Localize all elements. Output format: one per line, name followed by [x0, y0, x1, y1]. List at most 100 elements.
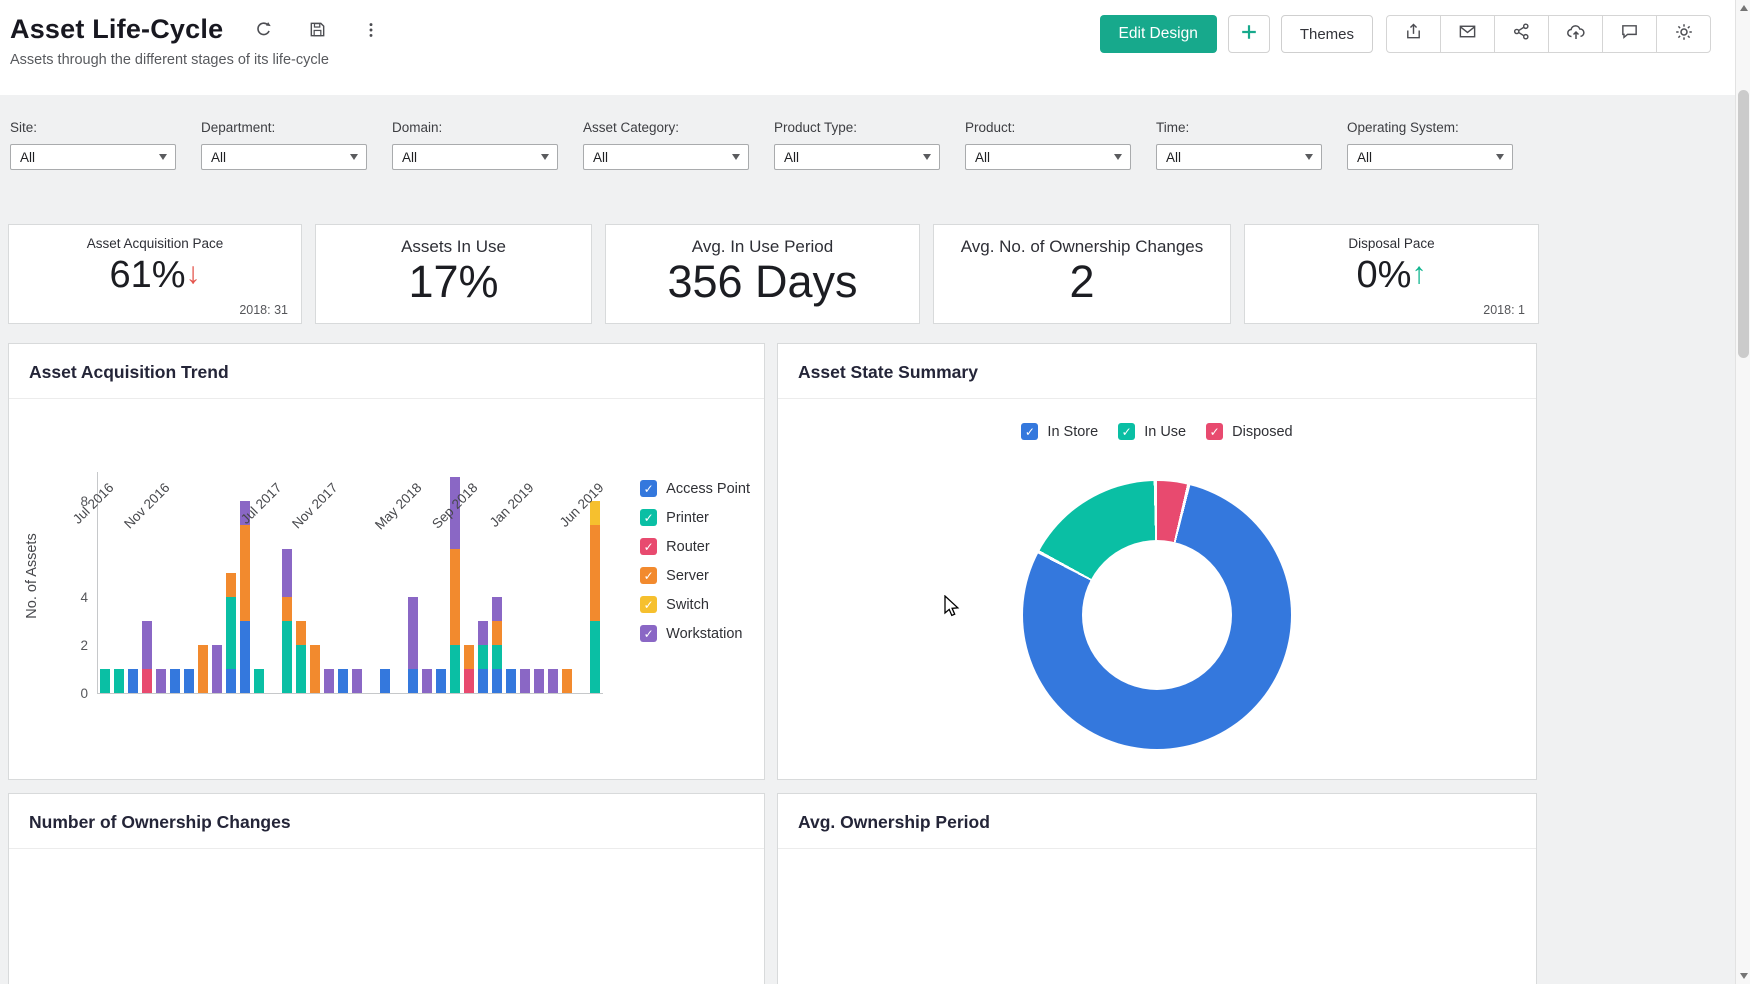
refresh-icon[interactable] [249, 16, 277, 44]
filter-label-site: Site: [10, 120, 176, 135]
filter-bar: Site:AllDepartment:AllDomain:AllAsset Ca… [0, 95, 1735, 170]
legend-checkbox-workstation[interactable]: ✓ [640, 625, 657, 642]
legend-checkbox-in-store[interactable]: ✓ [1021, 423, 1038, 440]
legend-label: Server [666, 568, 709, 584]
kebab-menu-icon[interactable] [357, 16, 385, 44]
panel-title: Number of Ownership Changes [9, 794, 764, 849]
edit-design-button[interactable]: Edit Design [1100, 15, 1217, 53]
kpi-number: 0% [1357, 254, 1412, 296]
themes-button[interactable]: Themes [1281, 15, 1373, 53]
scrollbar-thumb[interactable] [1738, 90, 1749, 358]
legend-checkbox-router[interactable]: ✓ [640, 538, 657, 555]
filter-label-product: Product: [965, 120, 1131, 135]
bar-segment-workstation [282, 549, 292, 597]
bar-segment-access-point [478, 669, 488, 693]
legend-label: In Store [1047, 424, 1098, 440]
bar-segment-workstation [478, 621, 488, 645]
kpi-card-disposal-pace: Disposal Pace0%↑2018: 1 [1244, 224, 1539, 324]
filter-domain: Domain: All [392, 120, 558, 170]
kpi-number: 61% [109, 254, 185, 296]
selected-value: All [784, 150, 799, 165]
bar-segment-printer [492, 645, 502, 669]
page-subtitle: Assets through the different stages of i… [10, 52, 385, 68]
charts-row-top: Asset Acquisition Trend No. of Assets 02… [8, 343, 1735, 780]
scroll-down-arrow[interactable] [1740, 973, 1748, 979]
legend-checkbox-switch[interactable]: ✓ [640, 596, 657, 613]
kpi-value: 61%↓ [9, 256, 301, 296]
legend-label: In Use [1144, 424, 1186, 440]
add-button[interactable] [1228, 15, 1270, 53]
legend-checkbox-disposed[interactable]: ✓ [1206, 423, 1223, 440]
cloud-upload-icon [1566, 22, 1586, 47]
bar-segment-router [142, 669, 152, 693]
bar-segment-printer [282, 621, 292, 693]
email-button[interactable] [1440, 15, 1495, 53]
selected-value: All [593, 150, 608, 165]
legend-label: Access Point [666, 481, 750, 497]
panel-asset-state-summary: Asset State Summary ✓In Store✓In Use✓Dis… [777, 343, 1537, 780]
y-axis-tick: 2 [68, 638, 88, 653]
bar-segment-workstation [548, 669, 558, 693]
export-button[interactable] [1386, 15, 1441, 53]
legend-checkbox-in-use[interactable]: ✓ [1118, 423, 1135, 440]
bar-segment-access-point [380, 669, 390, 693]
legend-item-server: ✓ Server [640, 567, 750, 584]
y-axis-tick: 0 [68, 686, 88, 701]
filter-select-operating-system[interactable]: All [1347, 144, 1513, 170]
vertical-scrollbar [1735, 0, 1750, 984]
selected-value: All [20, 150, 35, 165]
bar-segment-server [282, 597, 292, 621]
kpi-card-avg-in-use-period: Avg. In Use Period356 Days [605, 224, 920, 324]
filter-select-asset-category[interactable]: All [583, 144, 749, 170]
email-icon [1458, 22, 1477, 46]
bar-segment-workstation [520, 669, 530, 693]
comments-button[interactable] [1602, 15, 1657, 53]
bar-segment-server [450, 549, 460, 645]
filter-label-domain: Domain: [392, 120, 558, 135]
legend-label: Router [666, 539, 710, 555]
bar-segment-server [590, 525, 600, 621]
legend-checkbox-printer[interactable]: ✓ [640, 509, 657, 526]
bar-segment-access-point [436, 669, 446, 693]
scroll-up-arrow[interactable] [1740, 5, 1748, 11]
bar-segment-server [492, 621, 502, 645]
filter-select-department[interactable]: All [201, 144, 367, 170]
share-button[interactable] [1494, 15, 1549, 53]
asset-acquisition-chart: No. of Assets 0248Jul 2016Nov 2016Jul 20… [9, 400, 764, 779]
y-axis-tick: 4 [68, 590, 88, 605]
header: Asset Life-Cycle Assets through the diff… [0, 0, 1735, 95]
publish-button[interactable] [1548, 15, 1603, 53]
bar-segment-router [464, 669, 474, 693]
filter-label-product-type: Product Type: [774, 120, 940, 135]
bar-segment-access-point [184, 669, 194, 693]
comment-icon [1620, 22, 1639, 46]
bar-segment-server [240, 525, 250, 621]
trend-up-arrow: ↑ [1411, 257, 1426, 290]
filter-select-site[interactable]: All [10, 144, 176, 170]
bar-segment-workstation [156, 669, 166, 693]
kpi-title: Avg. In Use Period [606, 237, 919, 257]
kpi-number: 2 [1069, 256, 1094, 307]
legend-label: Disposed [1232, 424, 1292, 440]
legend-label: Printer [666, 510, 709, 526]
bar-segment-printer [450, 645, 460, 693]
selected-value: All [211, 150, 226, 165]
legend-label: Switch [666, 597, 709, 613]
filter-select-product[interactable]: All [965, 144, 1131, 170]
toolbar-icon-group [1386, 15, 1711, 53]
settings-button[interactable] [1656, 15, 1711, 53]
kpi-title: Disposal Pace [1245, 236, 1538, 251]
filter-product-type: Product Type: All [774, 120, 940, 170]
header-left: Asset Life-Cycle Assets through the diff… [10, 14, 385, 68]
legend-checkbox-access-point[interactable]: ✓ [640, 480, 657, 497]
legend-checkbox-server[interactable]: ✓ [640, 567, 657, 584]
filter-product: Product: All [965, 120, 1131, 170]
filter-select-time[interactable]: All [1156, 144, 1322, 170]
charts-row-bottom: Number of Ownership Changes Avg. Ownersh… [8, 793, 1735, 984]
save-icon[interactable] [303, 16, 331, 44]
bar-segment-server [296, 621, 306, 645]
filter-select-product-type[interactable]: All [774, 144, 940, 170]
kpi-title: Asset Acquisition Pace [9, 236, 301, 251]
filter-select-domain[interactable]: All [392, 144, 558, 170]
legend-item-printer: ✓ Printer [640, 509, 750, 526]
